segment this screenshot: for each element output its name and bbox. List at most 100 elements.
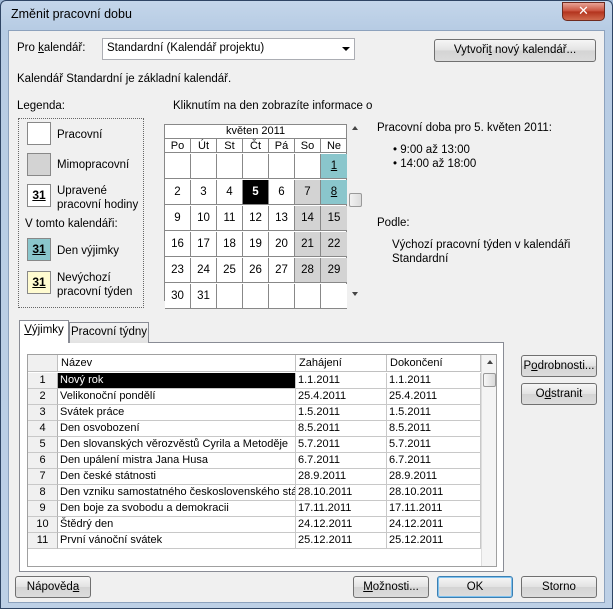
scroll-up-icon[interactable] bbox=[352, 126, 358, 130]
exception-start-cell[interactable]: 28.10.2011 bbox=[296, 485, 387, 501]
exception-name-cell[interactable]: Den upálení mistra Jana Husa bbox=[58, 453, 296, 469]
exception-start-cell[interactable]: 24.12.2011 bbox=[296, 517, 387, 533]
table-row[interactable]: 5 Den slovanských věrozvěstů Cyrila a Met… bbox=[28, 437, 481, 453]
exception-start-cell[interactable]: 25.4.2011 bbox=[296, 389, 387, 405]
calendar-day[interactable]: 6 bbox=[269, 180, 295, 205]
exception-start-cell[interactable]: 1.5.2011 bbox=[296, 405, 387, 421]
exception-name-cell[interactable]: Den vzniku samostatného československého… bbox=[58, 485, 296, 501]
calendar-select[interactable]: Standardní (Kalendář projektu) bbox=[102, 38, 355, 60]
row-number[interactable]: 2 bbox=[28, 389, 58, 405]
exception-name-cell[interactable]: Den slovanských věrozvěstů Cyrila a Meto… bbox=[58, 437, 296, 453]
column-header-name[interactable]: Název bbox=[58, 355, 296, 372]
new-calendar-button[interactable]: Vytvořit nový kalendář... bbox=[434, 39, 596, 62]
row-number[interactable]: 10 bbox=[28, 517, 58, 533]
chevron-down-icon[interactable] bbox=[342, 47, 350, 51]
exception-name-cell[interactable]: Den osvobození bbox=[58, 421, 296, 437]
calendar-day[interactable]: 18 bbox=[217, 232, 243, 257]
exception-name-cell[interactable]: Štědrý den bbox=[58, 517, 296, 533]
exception-start-cell[interactable]: 25.12.2011 bbox=[296, 533, 387, 549]
scroll-up-icon[interactable] bbox=[487, 360, 493, 364]
exception-end-cell[interactable]: 5.7.2011 bbox=[387, 437, 481, 453]
help-button[interactable]: Nápověda bbox=[15, 576, 91, 598]
exception-start-cell[interactable]: 6.7.2011 bbox=[296, 453, 387, 469]
exception-end-cell[interactable]: 25.12.2011 bbox=[387, 533, 481, 549]
exception-start-cell[interactable]: 17.11.2011 bbox=[296, 501, 387, 517]
column-header-start[interactable]: Zahájení bbox=[296, 355, 387, 372]
exception-end-cell[interactable]: 28.10.2011 bbox=[387, 485, 481, 501]
exception-name-cell[interactable]: Velikonoční pondělí bbox=[58, 389, 296, 405]
calendar-day[interactable]: 29 bbox=[321, 258, 347, 283]
exception-end-cell[interactable]: 1.5.2011 bbox=[387, 405, 481, 421]
row-number[interactable]: 11 bbox=[28, 533, 58, 549]
calendar-day[interactable]: 12 bbox=[243, 206, 269, 231]
calendar-day[interactable]: 14 bbox=[295, 206, 321, 231]
row-number[interactable]: 7 bbox=[28, 469, 58, 485]
row-number[interactable]: 4 bbox=[28, 421, 58, 437]
table-row[interactable]: 7 Den české státnosti 28.9.2011 28.9.2011 bbox=[28, 469, 481, 485]
calendar-scroll-thumb[interactable] bbox=[349, 193, 362, 207]
tab-exceptions[interactable]: Výjimky bbox=[19, 320, 69, 343]
calendar-day[interactable]: 22 bbox=[321, 232, 347, 257]
calendar-day[interactable]: 8 bbox=[321, 180, 347, 205]
calendar-day[interactable]: 17 bbox=[191, 232, 217, 257]
table-row[interactable]: 11 První vánoční svátek 25.12.2011 25.12.20… bbox=[28, 533, 481, 549]
calendar-day[interactable]: 31 bbox=[191, 284, 217, 309]
row-number[interactable]: 9 bbox=[28, 501, 58, 517]
exception-name-cell[interactable]: Nový rok bbox=[58, 373, 296, 389]
exception-end-cell[interactable]: 28.9.2011 bbox=[387, 469, 481, 485]
tab-work-weeks[interactable]: Pracovní týdny bbox=[69, 322, 149, 343]
calendar-day[interactable]: 2 bbox=[165, 180, 191, 205]
table-row[interactable]: 4 Den osvobození 8.5.2011 8.5.2011 bbox=[28, 421, 481, 437]
details-button[interactable]: Podrobnosti... bbox=[521, 355, 597, 377]
row-number[interactable]: 8 bbox=[28, 485, 58, 501]
exceptions-table[interactable]: Název Zahájení Dokončení 1 Nový rok 1.1.20… bbox=[27, 354, 497, 567]
column-header-end[interactable]: Dokončení bbox=[387, 355, 481, 372]
exception-name-cell[interactable]: První vánoční svátek bbox=[58, 533, 296, 549]
table-row[interactable]: 10 Štědrý den 24.12.2011 24.12.2011 bbox=[28, 517, 481, 533]
cancel-button[interactable]: Storno bbox=[521, 576, 597, 598]
calendar-day[interactable]: 20 bbox=[269, 232, 295, 257]
calendar-day[interactable]: 13 bbox=[269, 206, 295, 231]
calendar-day[interactable]: 4 bbox=[217, 180, 243, 205]
exception-start-cell[interactable]: 5.7.2011 bbox=[296, 437, 387, 453]
row-number[interactable]: 3 bbox=[28, 405, 58, 421]
scroll-down-icon[interactable] bbox=[352, 292, 358, 296]
calendar-day[interactable]: 5 bbox=[243, 180, 269, 205]
table-row[interactable]: 3 Svátek práce 1.5.2011 1.5.2011 bbox=[28, 405, 481, 421]
exception-start-cell[interactable]: 28.9.2011 bbox=[296, 469, 387, 485]
calendar-scrollbar[interactable] bbox=[349, 124, 362, 301]
calendar-day[interactable]: 24 bbox=[191, 258, 217, 283]
calendar-day[interactable]: 19 bbox=[243, 232, 269, 257]
calendar-day[interactable]: 10 bbox=[191, 206, 217, 231]
title-bar[interactable]: Změnit pracovní dobu ✕ bbox=[1, 1, 612, 29]
table-row[interactable]: 8 Den vzniku samostatného československéh… bbox=[28, 485, 481, 501]
exception-end-cell[interactable]: 6.7.2011 bbox=[387, 453, 481, 469]
calendar-day[interactable]: 9 bbox=[165, 206, 191, 231]
exception-start-cell[interactable]: 1.1.2011 bbox=[296, 373, 387, 389]
calendar-day[interactable]: 21 bbox=[295, 232, 321, 257]
close-button[interactable]: ✕ bbox=[562, 2, 605, 21]
table-scroll-thumb[interactable] bbox=[483, 373, 496, 387]
calendar-day[interactable]: 26 bbox=[243, 258, 269, 283]
exception-end-cell[interactable]: 25.4.2011 bbox=[387, 389, 481, 405]
calendar-day[interactable]: 3 bbox=[191, 180, 217, 205]
calendar-day[interactable]: 23 bbox=[165, 258, 191, 283]
exception-name-cell[interactable]: Den české státnosti bbox=[58, 469, 296, 485]
exception-end-cell[interactable]: 8.5.2011 bbox=[387, 421, 481, 437]
exception-end-cell[interactable]: 1.1.2011 bbox=[387, 373, 481, 389]
ok-button[interactable]: OK bbox=[437, 576, 513, 598]
calendar-day[interactable]: 7 bbox=[295, 180, 321, 205]
exception-end-cell[interactable]: 24.12.2011 bbox=[387, 517, 481, 533]
calendar-day[interactable]: 16 bbox=[165, 232, 191, 257]
row-number[interactable]: 6 bbox=[28, 453, 58, 469]
calendar-day[interactable]: 28 bbox=[295, 258, 321, 283]
exception-end-cell[interactable]: 17.11.2011 bbox=[387, 501, 481, 517]
calendar-day[interactable]: 11 bbox=[217, 206, 243, 231]
calendar-day[interactable]: 27 bbox=[269, 258, 295, 283]
table-scrollbar[interactable] bbox=[481, 355, 496, 566]
table-row[interactable]: 6 Den upálení mistra Jana Husa 6.7.2011 6.7… bbox=[28, 453, 481, 469]
calendar-day[interactable]: 25 bbox=[217, 258, 243, 283]
exception-name-cell[interactable]: Svátek práce bbox=[58, 405, 296, 421]
calendar-day[interactable]: 1 bbox=[321, 154, 347, 179]
delete-button[interactable]: Odstranit bbox=[521, 383, 597, 405]
